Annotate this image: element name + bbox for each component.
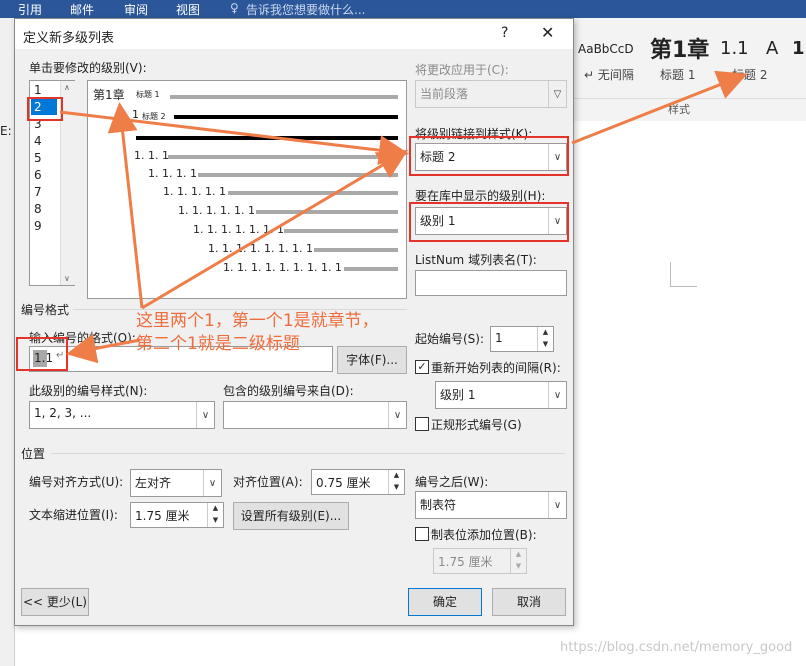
- arrow-annot-to-preview: [107, 102, 144, 309]
- arrow-annot-to-style: [141, 149, 409, 310]
- arrow-style-to-ribbon: [571, 70, 748, 145]
- arrow-annot-to-format: [66, 333, 141, 364]
- annotation-arrows: [59, 70, 748, 364]
- annotation-line-2: 第二个1就是二级标题: [136, 334, 300, 354]
- arrow-level2-to-style: [59, 110, 409, 166]
- annotation-line-1: 这里两个1，第一个1是就章节，: [136, 311, 379, 331]
